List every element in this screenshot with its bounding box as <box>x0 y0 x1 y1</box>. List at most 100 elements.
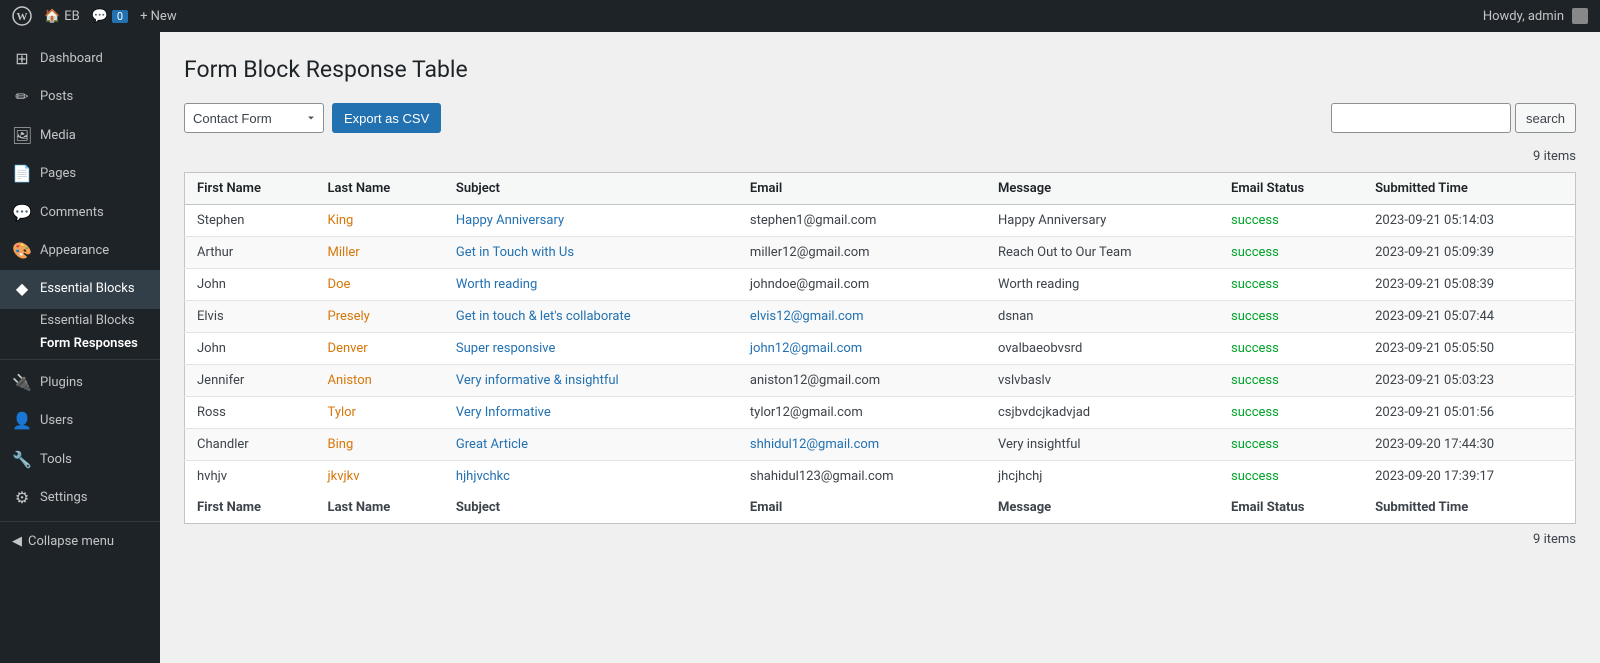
search-button[interactable]: search <box>1515 103 1576 133</box>
sidebar-item-media[interactable]: 🖼 Media <box>0 117 160 155</box>
main-content: Form Block Response Table Contact Form E… <box>160 32 1600 663</box>
footer-subject: Subject <box>444 492 738 524</box>
sidebar-item-settings[interactable]: ⚙ Settings <box>0 479 160 517</box>
howdy-text: Howdy, admin <box>1483 9 1564 24</box>
sidebar-item-users[interactable]: 👤 Users <box>0 402 160 440</box>
table-row: hvhjvjkvjkvhjhjvchkcshahidul123@gmail.co… <box>185 461 1576 493</box>
table-cell: 2023-09-21 05:03:23 <box>1363 365 1575 397</box>
search-input[interactable] <box>1331 103 1511 133</box>
wp-logo-icon: W <box>12 6 32 26</box>
sidebar-label-dashboard: Dashboard <box>40 50 103 68</box>
site-name-label: EB <box>64 9 80 24</box>
table-cell: Chandler <box>185 429 316 461</box>
col-header-subject: Subject <box>444 173 738 205</box>
table-cell: 2023-09-21 05:05:50 <box>1363 333 1575 365</box>
table-footer-row: First Name Last Name Subject Email Messa… <box>185 492 1576 524</box>
admin-bar-left: W 🏠 EB 💬 0 + New <box>12 6 1471 26</box>
table-cell: Very Informative <box>444 397 738 429</box>
table-header-row: First Name Last Name Subject Email Messa… <box>185 173 1576 205</box>
table-row: JenniferAnistonVery informative & insigh… <box>185 365 1576 397</box>
wp-logo-link[interactable]: W <box>12 6 32 26</box>
table-cell: Worth reading <box>444 269 738 301</box>
layout: ⊞ Dashboard ✏ Posts 🖼 Media 📄 Pages 💬 Co… <box>0 32 1600 663</box>
table-cell: success <box>1219 333 1363 365</box>
admin-bar: W 🏠 EB 💬 0 + New Howdy, admin <box>0 0 1600 32</box>
table-cell: elvis12@gmail.com <box>738 301 986 333</box>
sidebar-label-essential-blocks: Essential Blocks <box>40 280 135 298</box>
avatar[interactable] <box>1572 8 1588 24</box>
page-title: Form Block Response Table <box>184 56 1576 83</box>
sidebar-label-tools: Tools <box>40 451 72 469</box>
sidebar-item-pages[interactable]: 📄 Pages <box>0 155 160 193</box>
table-cell: success <box>1219 365 1363 397</box>
table-cell: Elvis <box>185 301 316 333</box>
col-header-email: Email <box>738 173 986 205</box>
form-selector[interactable]: Contact Form <box>184 103 324 133</box>
table-cell: Reach Out to Our Team <box>986 237 1219 269</box>
table-cell: vslvbaslv <box>986 365 1219 397</box>
sidebar-item-appearance[interactable]: 🎨 Appearance <box>0 232 160 270</box>
table-cell: Ross <box>185 397 316 429</box>
table-cell: 2023-09-21 05:09:39 <box>1363 237 1575 269</box>
sidebar-label-posts: Posts <box>40 88 73 106</box>
svg-text:W: W <box>17 11 28 23</box>
table-cell: John <box>185 333 316 365</box>
items-count-top: 9 items <box>184 149 1576 164</box>
footer-email: Email <box>738 492 986 524</box>
table-row: JohnDoeWorth readingjohndoe@gmail.comWor… <box>185 269 1576 301</box>
sidebar-sub-essential-blocks[interactable]: Essential Blocks <box>0 309 160 332</box>
footer-submitted: Submitted Time <box>1363 492 1575 524</box>
table-row: ElvisPreselyGet in touch & let's collabo… <box>185 301 1576 333</box>
table-cell: John <box>185 269 316 301</box>
sidebar-label-pages: Pages <box>40 165 76 183</box>
sidebar-label-appearance: Appearance <box>40 242 109 260</box>
export-csv-button[interactable]: Export as CSV <box>332 103 441 133</box>
sidebar-item-tools[interactable]: 🔧 Tools <box>0 441 160 479</box>
table-cell: 2023-09-21 05:07:44 <box>1363 301 1575 333</box>
table-cell: Tylor <box>316 397 444 429</box>
posts-icon: ✏ <box>12 86 32 108</box>
table-row: JohnDenverSuper responsivejohn12@gmail.c… <box>185 333 1576 365</box>
table-cell: jhcjhchj <box>986 461 1219 493</box>
table-cell: Miller <box>316 237 444 269</box>
table-row: ChandlerBingGreat Articleshhidul12@gmail… <box>185 429 1576 461</box>
table-cell: success <box>1219 397 1363 429</box>
col-header-lastname: Last Name <box>316 173 444 205</box>
pages-icon: 📄 <box>12 163 32 185</box>
new-button[interactable]: + New <box>140 9 177 24</box>
table-cell: Denver <box>316 333 444 365</box>
footer-message: Message <box>986 492 1219 524</box>
collapse-icon: ◀ <box>12 534 22 549</box>
appearance-icon: 🎨 <box>12 240 32 262</box>
table-cell: csjbvdcjkadvjad <box>986 397 1219 429</box>
sidebar-item-posts[interactable]: ✏ Posts <box>0 78 160 116</box>
table-cell: 2023-09-21 05:14:03 <box>1363 205 1575 237</box>
sidebar-item-comments[interactable]: 💬 Comments <box>0 194 160 232</box>
collapse-menu-button[interactable]: ◀ Collapse menu <box>0 526 160 557</box>
site-name-link[interactable]: 🏠 EB <box>44 9 80 24</box>
comment-count: 0 <box>112 10 128 23</box>
table-cell: Very informative & insightful <box>444 365 738 397</box>
toolbar: Contact Form Export as CSV search <box>184 103 1576 133</box>
sidebar-sub-form-responses[interactable]: Form Responses <box>0 332 160 355</box>
admin-bar-right: Howdy, admin <box>1483 8 1588 24</box>
users-icon: 👤 <box>12 410 32 432</box>
table-cell: 2023-09-20 17:44:30 <box>1363 429 1575 461</box>
collapse-label: Collapse menu <box>28 534 114 549</box>
table-cell: hjhjvchkc <box>444 461 738 493</box>
sidebar-item-dashboard[interactable]: ⊞ Dashboard <box>0 40 160 78</box>
comments-link[interactable]: 💬 0 <box>92 9 128 24</box>
table-cell: Aniston <box>316 365 444 397</box>
table-row: RossTylorVery Informativetylor12@gmail.c… <box>185 397 1576 429</box>
search-area: search <box>1331 103 1576 133</box>
table-cell: success <box>1219 461 1363 493</box>
sidebar-item-plugins[interactable]: 🔌 Plugins <box>0 364 160 402</box>
sidebar-item-essential-blocks[interactable]: ◆ Essential Blocks <box>0 270 160 308</box>
sidebar-label-plugins: Plugins <box>40 374 83 392</box>
comments-sidebar-icon: 💬 <box>12 202 32 224</box>
settings-icon: ⚙ <box>12 487 32 509</box>
table-cell: Super responsive <box>444 333 738 365</box>
table-row: StephenKingHappy Anniversarystephen1@gma… <box>185 205 1576 237</box>
col-header-firstname: First Name <box>185 173 316 205</box>
table-cell: miller12@gmail.com <box>738 237 986 269</box>
